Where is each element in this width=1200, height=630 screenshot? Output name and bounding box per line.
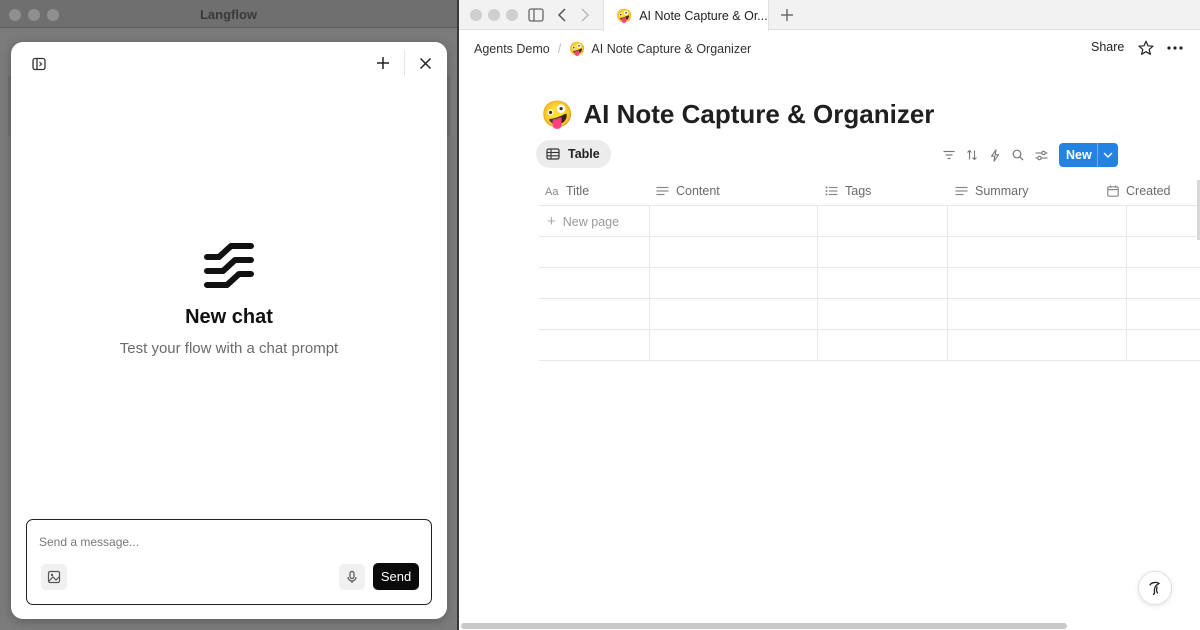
sort-icon[interactable]	[964, 147, 980, 163]
window-title: Langflow	[199, 7, 258, 22]
breadcrumb: Agents Demo / 🤪 AI Note Capture & Organi…	[474, 41, 751, 57]
image-icon[interactable]	[41, 564, 67, 590]
lines-icon	[955, 186, 968, 195]
new-button[interactable]: New	[1059, 143, 1118, 167]
view-tab-label: Table	[568, 147, 600, 161]
tab-bar: 🤪 AI Note Capture & Or...	[459, 0, 1200, 31]
column-label: Created	[1126, 183, 1171, 198]
message-input[interactable]	[39, 532, 419, 552]
langflow-logo	[204, 243, 254, 288]
langflow-window: Langflow New chat Test your flow with a …	[0, 0, 457, 630]
column-header-tags[interactable]: Tags	[825, 175, 871, 206]
settings-icon[interactable]	[1033, 147, 1049, 163]
more-options-icon[interactable]	[1165, 38, 1185, 58]
send-button[interactable]: Send	[373, 563, 419, 590]
back-arrow-icon[interactable]	[554, 5, 570, 25]
sidebar-toggle-icon[interactable]	[29, 54, 49, 74]
microphone-icon[interactable]	[339, 564, 365, 590]
close-window-icon[interactable]	[470, 9, 482, 21]
list-icon	[825, 186, 838, 195]
page-title-text[interactable]: AI Note Capture & Organizer	[583, 99, 934, 130]
tab-ai-note-capture[interactable]: 🤪 AI Note Capture & Or...	[603, 0, 769, 31]
column-header-created[interactable]: Created	[1107, 175, 1170, 206]
automation-icon[interactable]	[987, 147, 1003, 163]
breadcrumb-page[interactable]: AI Note Capture & Organizer	[591, 42, 751, 56]
maximize-window-icon[interactable]	[506, 9, 518, 21]
sidebar-icon[interactable]	[527, 6, 545, 24]
minimize-window-icon[interactable]	[488, 9, 500, 21]
column-label: Content	[676, 183, 720, 198]
chevron-down-icon[interactable]	[1098, 152, 1118, 158]
table-row[interactable]	[539, 299, 1200, 330]
calendar-icon	[1107, 185, 1119, 197]
breadcrumb-workspace[interactable]: Agents Demo	[474, 42, 550, 56]
breadcrumb-emoji: 🤪	[569, 41, 586, 56]
new-page-button[interactable]: + New page	[547, 213, 619, 230]
column-header-title[interactable]: Aa Title	[545, 175, 589, 206]
tab-emoji: 🤪	[616, 7, 633, 23]
table-row[interactable]	[539, 206, 1200, 237]
share-button[interactable]: Share	[1091, 40, 1124, 54]
new-tab-plus-icon[interactable]	[777, 5, 797, 25]
lines-icon	[656, 186, 669, 195]
column-divider	[947, 206, 948, 361]
table-row[interactable]	[539, 237, 1200, 268]
column-label: Tags	[845, 183, 872, 198]
horizontal-scrollbar[interactable]	[461, 623, 1067, 629]
plus-icon[interactable]	[373, 53, 393, 73]
view-tab-table[interactable]: Table	[536, 140, 611, 168]
chat-panel: New chat Test your flow with a chat prom…	[11, 42, 447, 619]
search-icon[interactable]	[1010, 147, 1026, 163]
column-label: Title	[566, 183, 590, 198]
svg-text:Aa: Aa	[545, 186, 559, 196]
close-icon[interactable]	[415, 53, 435, 73]
star-icon[interactable]	[1136, 38, 1156, 58]
tab-title: AI Note Capture & Or...	[639, 8, 768, 23]
window-titlebar: Langflow	[0, 0, 457, 28]
table-icon	[546, 148, 560, 160]
column-header-content[interactable]: Content	[656, 175, 720, 206]
table-header: Aa Title Content Tags Summary Created	[539, 175, 1200, 206]
filter-icon[interactable]	[941, 147, 957, 163]
column-label: Summary	[975, 183, 1029, 198]
table-row[interactable]	[539, 268, 1200, 299]
table-row[interactable]	[539, 330, 1200, 361]
forward-arrow-icon[interactable]	[577, 5, 593, 25]
plus-icon: +	[547, 213, 556, 230]
page-title: 🤪 AI Note Capture & Organizer	[541, 99, 934, 130]
breadcrumb-separator: /	[557, 42, 562, 56]
new-button-label: New	[1066, 148, 1092, 162]
column-divider	[817, 206, 818, 361]
message-composer: Send	[26, 519, 432, 605]
new-page-label: New page	[562, 214, 620, 229]
notion-window: 🤪 AI Note Capture & Or... Agents Demo / …	[459, 0, 1200, 630]
page-emoji[interactable]: 🤪	[541, 99, 573, 130]
text-type-icon: Aa	[545, 186, 559, 196]
help-icon[interactable]	[1138, 571, 1172, 605]
empty-state-title: New chat	[185, 306, 273, 328]
column-divider	[1126, 206, 1127, 361]
column-divider	[649, 206, 650, 361]
column-header-summary[interactable]: Summary	[955, 175, 1028, 206]
divider	[404, 50, 405, 76]
empty-state-subtitle: Test your flow with a chat prompt	[119, 340, 339, 357]
